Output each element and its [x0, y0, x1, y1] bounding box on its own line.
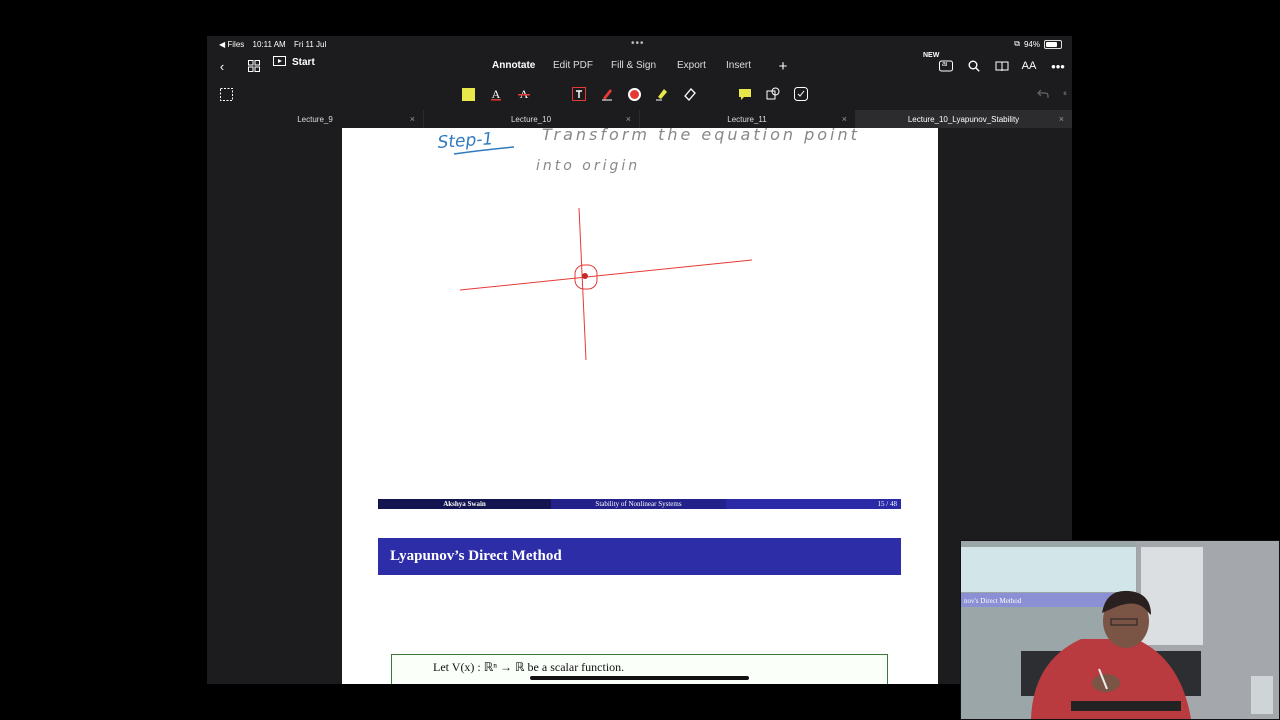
svg-text:A: A [492, 87, 501, 101]
battery-icon [1044, 39, 1062, 49]
tab-label: Lecture_9 [297, 114, 333, 124]
tab-label: Lecture_11 [727, 114, 767, 124]
shapes-icon[interactable] [765, 86, 781, 102]
close-icon[interactable]: × [842, 114, 847, 124]
tab-lecture-10-lyapunov-stability[interactable]: Lecture_10_Lyapunov_Stability × [855, 110, 1072, 128]
status-date: Fri 11 Jul [293, 40, 327, 49]
comment-icon[interactable] [737, 86, 753, 102]
text-size-icon[interactable]: AA [1020, 57, 1038, 75]
back-chevron-icon[interactable]: ‹ [213, 57, 231, 75]
slide-footer-title: Stability of Nonlinear Systems [551, 499, 726, 509]
tab-lecture-11[interactable]: Lecture_11 × [639, 110, 856, 128]
close-icon[interactable]: × [626, 114, 631, 124]
menu-fill-sign[interactable]: Fill & Sign [611, 60, 656, 71]
eraser-icon[interactable] [682, 86, 698, 102]
top-bar: ‹ Start Annotate Edit PDF Fill & Sign Ex… [207, 52, 1072, 80]
slide-title: Lyapunov’s Direct Method [378, 538, 901, 575]
pen-icon[interactable] [599, 86, 615, 102]
select-area-icon[interactable] [218, 86, 234, 102]
search-icon[interactable] [965, 57, 983, 75]
menu-annotate[interactable]: Annotate [492, 60, 535, 71]
document-tabs: Lecture_9 × Lecture_10 × Lecture_11 × Le… [207, 110, 1072, 128]
projected-slide-text: nov's Direct Method [964, 597, 1022, 605]
reader-mode-icon[interactable] [993, 57, 1011, 75]
menu-export[interactable]: Export [677, 60, 706, 71]
annotation-toolbar: A A ⏸ [207, 80, 1072, 108]
lecturer-video[interactable]: nov's Direct Method [960, 540, 1280, 720]
plus-icon[interactable]: + [774, 57, 792, 75]
ai-assistant-icon[interactable]: ai [937, 57, 955, 75]
menu-insert[interactable]: Insert [726, 60, 751, 71]
status-bar: ◀ Files 10:11 AM Fri 11 Jul ••• ⧉ 94% [207, 36, 1072, 52]
close-icon[interactable]: × [410, 114, 415, 124]
home-indicator[interactable] [530, 676, 749, 680]
start-label: Start [292, 56, 315, 68]
slide-footer-author: Akshya Swain [378, 499, 551, 509]
slide-footer: Akshya Swain Stability of Nonlinear Syst… [378, 499, 901, 509]
sticky-note-yellow-icon[interactable] [460, 86, 476, 102]
grid-icon[interactable] [245, 57, 263, 75]
undo-icon[interactable] [1035, 86, 1051, 102]
tab-label: Lecture_10 [510, 114, 552, 124]
ai-label: ai [942, 61, 948, 68]
tab-lecture-9[interactable]: Lecture_9 × [207, 110, 424, 128]
color-picker-red-icon[interactable] [626, 86, 642, 102]
close-icon[interactable]: × [1059, 114, 1064, 124]
back-to-files[interactable]: ◀ Files [219, 40, 244, 49]
redo-icon[interactable]: ⏸ [1057, 86, 1072, 102]
tab-lecture-10[interactable]: Lecture_10 × [423, 110, 640, 128]
menu-edit-pdf[interactable]: Edit PDF [553, 60, 593, 71]
handwritten-line-1: Transform the equation point [542, 128, 860, 144]
multitask-dots-icon[interactable]: ••• [631, 38, 645, 49]
screen-mirror-icon: ⧉ [1014, 39, 1020, 48]
text-underline-icon[interactable]: A [488, 86, 504, 102]
lecturer-video-frame: nov's Direct Method [961, 541, 1279, 719]
pdf-page[interactable]: Step-1 Transform the equation point into… [342, 128, 938, 684]
handwritten-annotation: Step-1 Transform the equation point into… [437, 128, 860, 361]
more-icon[interactable]: ••• [1049, 57, 1067, 75]
ipad-screen: ◀ Files 10:11 AM Fri 11 Jul ••• ⧉ 94% ‹ … [207, 36, 1072, 684]
status-time: 10:11 AM [252, 40, 286, 49]
text-box-icon[interactable] [571, 86, 587, 102]
text-strikethrough-icon[interactable]: A [516, 86, 532, 102]
highlighter-icon[interactable] [654, 86, 670, 102]
slide-footer-page: 15 / 48 [726, 499, 901, 509]
lasso-select-icon[interactable] [793, 86, 809, 102]
tab-label: Lecture_10_Lyapunov_Stability [907, 114, 1020, 124]
start-presentation-button[interactable]: Start [273, 56, 315, 68]
present-icon [273, 56, 286, 66]
battery-percent: 94% [1023, 39, 1040, 49]
handwritten-line-2: into origin [536, 158, 640, 174]
